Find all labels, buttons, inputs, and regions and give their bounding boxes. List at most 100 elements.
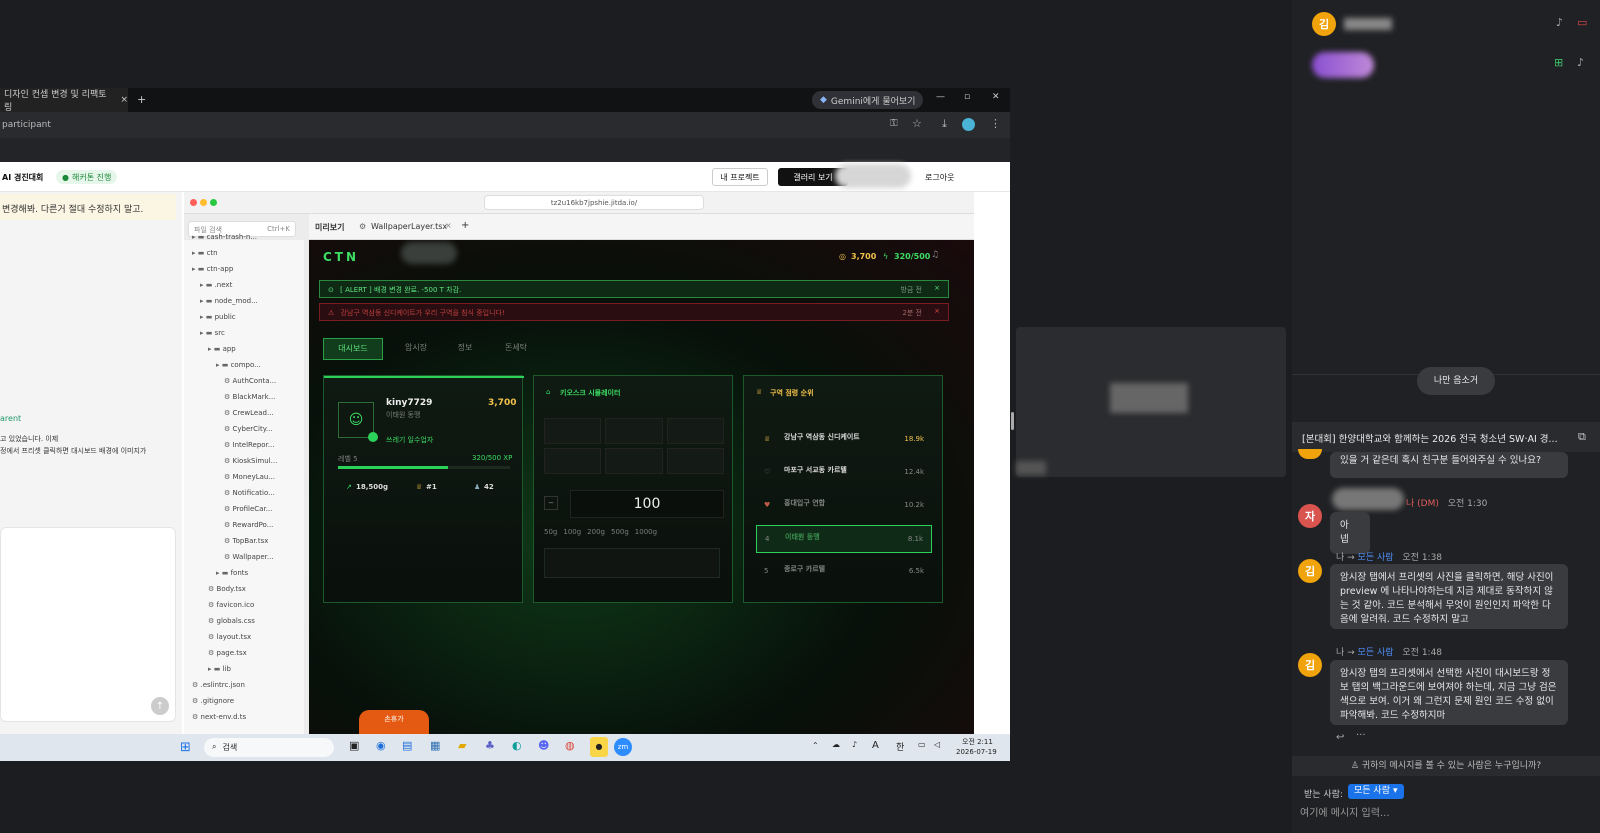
mic-icon[interactable]: ♪ xyxy=(1556,16,1563,29)
item-option[interactable] xyxy=(605,448,663,474)
file-tree-item[interactable]: ▸ ▬ .next xyxy=(184,278,232,292)
cloud-icon[interactable]: ☁ xyxy=(832,740,840,749)
message-input[interactable]: 여기에 메시지 입력... xyxy=(1300,804,1592,822)
file-tree-item[interactable]: ⚙ AuthConta... xyxy=(184,374,276,388)
privacy-note[interactable]: ♙ 귀하의 메시지를 볼 수 있는 사람은 누구입니까? xyxy=(1292,756,1600,776)
weight-input[interactable]: 100 xyxy=(570,490,724,518)
file-tree-item[interactable]: ⚙ Notificatio... xyxy=(184,486,275,500)
resize-handle[interactable] xyxy=(1011,412,1014,430)
close-icon[interactable]: × xyxy=(934,284,940,292)
windows-icon[interactable]: ⊞ xyxy=(180,740,191,755)
tab-black-market[interactable]: 암시장 xyxy=(391,338,441,360)
file-tree-item[interactable]: ⚙ BlackMark... xyxy=(184,390,275,404)
item-option[interactable] xyxy=(605,418,663,444)
app-icon[interactable]: ◉ xyxy=(376,739,386,752)
participant-tile[interactable] xyxy=(1016,327,1286,477)
download-icon[interactable]: ⤓ xyxy=(942,117,947,131)
file-tree-item[interactable]: ⚙ next-env.d.ts xyxy=(184,710,246,724)
mute-me-button[interactable]: 나만 음소거 xyxy=(1417,367,1495,395)
preset-button[interactable]: 50g xyxy=(544,528,557,536)
bottom-tab[interactable]: 손휴가 xyxy=(359,710,429,734)
file-tree-item[interactable]: ▸ ▬ node_mod... xyxy=(184,294,258,308)
volume-icon[interactable]: ◁ xyxy=(934,740,940,749)
submit-button[interactable] xyxy=(544,548,720,578)
maximize-icon[interactable]: ▫ xyxy=(964,92,970,102)
discord-icon[interactable]: ☻ xyxy=(538,739,549,752)
logout-link[interactable]: 로그아웃 xyxy=(925,172,954,183)
task-view-icon[interactable]: ▣ xyxy=(349,739,359,752)
tab-info[interactable]: 정보 xyxy=(441,338,489,360)
file-tree-item[interactable]: ⚙ ProfileCar... xyxy=(184,502,272,516)
taskbar-search[interactable]: ⌕ 검색 xyxy=(204,738,334,757)
file-tree-item[interactable]: ▸ ▬ lib xyxy=(184,662,231,676)
file-tree-item[interactable]: ⚙ MoneyLau... xyxy=(184,470,275,484)
my-project-button[interactable]: 내 프로젝트 xyxy=(712,168,768,186)
file-tree-item[interactable]: ⚙ CyberCity... xyxy=(184,422,273,436)
item-option[interactable] xyxy=(544,418,602,444)
item-option[interactable] xyxy=(666,418,724,444)
share-screen-icon[interactable]: ⊞ xyxy=(1554,56,1563,69)
more-icon[interactable]: ··· xyxy=(1356,730,1366,741)
file-tree-item[interactable]: ▸ ▬ ctn xyxy=(184,246,218,260)
file-tree-item[interactable]: ⚙ Wallpaper... xyxy=(184,550,274,564)
ime-indicator[interactable]: A xyxy=(872,740,879,751)
chat-input[interactable]: ↑ xyxy=(0,527,176,722)
reply-icon[interactable]: ↩ xyxy=(1336,732,1344,743)
kebab-menu-icon[interactable]: ⋮ xyxy=(990,117,1001,130)
recipient-dropdown[interactable]: 모든 사람 ▾ xyxy=(1348,784,1404,799)
file-tree-item[interactable]: ⚙ favicon.ico xyxy=(184,598,254,612)
close-icon[interactable]: × xyxy=(120,95,128,105)
key-icon[interactable]: ⚿ xyxy=(890,118,898,129)
tab-laundering[interactable]: 돈세탁 xyxy=(491,338,541,360)
file-tree-item[interactable]: ⚙ RewardPo... xyxy=(184,518,273,532)
ranking-row[interactable]: ♕ 강남구 역삼동 신디케이트 18.9k xyxy=(756,426,932,454)
file-tree-item[interactable]: ▸ ▬ public xyxy=(184,310,236,324)
tab-dashboard[interactable]: 대시보드 xyxy=(323,338,383,360)
item-option[interactable] xyxy=(544,448,602,474)
popout-icon[interactable]: ⧉ xyxy=(1578,430,1586,444)
item-option[interactable] xyxy=(666,448,724,474)
address-text[interactable]: participant xyxy=(2,120,51,130)
chrome-icon[interactable]: ◍ xyxy=(565,739,575,752)
mic-icon[interactable]: ♪ xyxy=(852,740,857,749)
file-tree-item[interactable]: ⚙ CrewLead... xyxy=(184,406,274,420)
photos-icon[interactable]: ▦ xyxy=(430,739,440,752)
new-tab-button[interactable]: + xyxy=(137,93,146,106)
close-icon[interactable]: × xyxy=(445,221,452,230)
file-tree-item[interactable]: ▸ ▬ app xyxy=(184,342,236,356)
close-icon[interactable]: × xyxy=(934,307,940,315)
file-tree-item[interactable]: ▸ ▬ fonts xyxy=(184,566,248,580)
file-tree-item[interactable]: ⚙ globals.css xyxy=(184,614,255,628)
close-window-icon[interactable]: ✕ xyxy=(992,92,1000,102)
chat-app-icon[interactable]: ▤ xyxy=(402,739,412,752)
file-tree-item[interactable]: ⚙ Body.tsx xyxy=(184,582,246,596)
folder-icon[interactable]: ▰ xyxy=(458,739,466,752)
browser-tab[interactable]: 디자인 컨셉 변경 및 리팩토링 × xyxy=(0,88,128,113)
bell-icon[interactable]: ♫ xyxy=(931,250,939,260)
display-icon[interactable]: ▭ xyxy=(918,740,926,749)
close-dot-icon[interactable] xyxy=(190,199,197,206)
file-tree-item[interactable]: ▸ ▬ compo... xyxy=(184,358,261,372)
tab-preview[interactable]: 미리보기 xyxy=(315,222,344,233)
file-tree-item[interactable]: ▸ ▬ cash-trash-n... xyxy=(184,230,257,244)
file-tree-item[interactable]: ⚙ layout.tsx xyxy=(184,630,251,644)
kakaotalk-icon[interactable]: ● xyxy=(590,737,608,757)
file-tree-item[interactable]: ⚙ .gitignore xyxy=(184,694,234,708)
profile-icon[interactable] xyxy=(962,118,975,131)
preset-button[interactable]: 500g xyxy=(611,528,629,536)
teams-icon[interactable]: ♣ xyxy=(485,739,495,752)
video-off-icon[interactable]: ▭ xyxy=(1577,16,1587,29)
preset-button[interactable]: 100g xyxy=(563,528,581,536)
ranking-row[interactable]: ♡ 마포구 서교동 카르텔 12.4k xyxy=(756,459,932,487)
file-tree-item[interactable]: ⚙ IntelRepor... xyxy=(184,438,275,452)
file-tree-item[interactable]: ⚙ page.tsx xyxy=(184,646,247,660)
minus-button[interactable]: − xyxy=(544,496,558,510)
add-tab-icon[interactable]: + xyxy=(461,220,469,231)
minimize-dot-icon[interactable] xyxy=(200,199,207,206)
file-tree-item[interactable]: ⚙ .eslintrc.json xyxy=(184,678,245,692)
preset-button[interactable]: 1000g xyxy=(635,528,657,536)
url-field[interactable]: tz2u16kb7jpshie.jitda.io/ xyxy=(484,195,704,210)
file-tree-item[interactable]: ⚙ KioskSimul... xyxy=(184,454,277,468)
ranking-row[interactable]: ♥ 홍대입구 연합 10.2k xyxy=(756,492,932,520)
file-tree-item[interactable]: ▸ ▬ src xyxy=(184,326,225,340)
